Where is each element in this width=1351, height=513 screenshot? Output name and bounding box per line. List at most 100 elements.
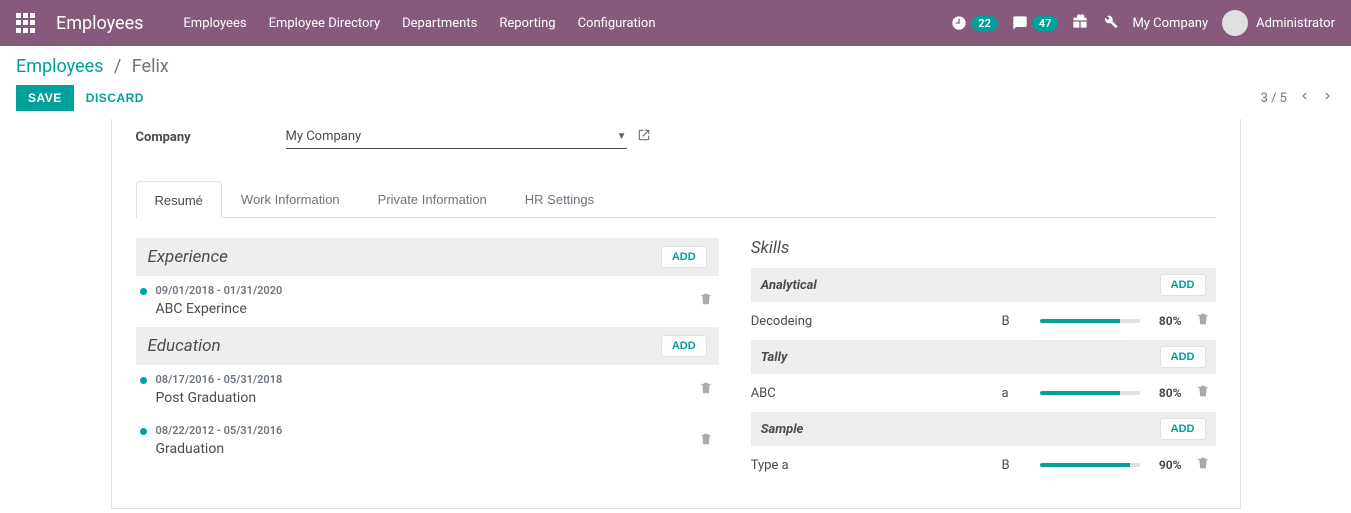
skill-group-header: Tally ADD xyxy=(751,340,1216,374)
skill-group-name: Analytical xyxy=(761,278,817,293)
section-title-education: Education xyxy=(148,336,221,356)
nav-item-employees[interactable]: Employees xyxy=(183,16,246,31)
breadcrumb-root[interactable]: Employees xyxy=(16,56,103,77)
section-header-education: Education ADD xyxy=(136,327,719,365)
pager: 3 / 5 xyxy=(1261,89,1335,107)
section-title-experience: Experience xyxy=(148,247,228,267)
skill-group-header: Sample ADD xyxy=(751,412,1216,446)
wrench-icon xyxy=(1102,13,1118,29)
messages-button[interactable]: 47 xyxy=(1012,15,1059,31)
trash-icon xyxy=(1196,456,1210,470)
timeline-dates: 09/01/2018 - 01/31/2020 xyxy=(156,284,693,297)
skills-column: Skills Analytical ADD Decodeing B 80% Ta… xyxy=(751,238,1216,484)
control-panel: Employees / Felix SAVE DISCARD 3 / 5 xyxy=(0,46,1351,111)
delete-skill-button[interactable] xyxy=(1190,384,1216,402)
company-switcher[interactable]: My Company xyxy=(1132,16,1208,31)
activities-badge: 22 xyxy=(971,16,998,31)
chat-icon xyxy=(1012,15,1028,31)
nav-item-departments[interactable]: Departments xyxy=(402,16,477,31)
timeline-dot-icon xyxy=(140,377,147,384)
timeline-dot-icon xyxy=(140,288,147,295)
save-button[interactable]: SAVE xyxy=(16,85,74,111)
activities-button[interactable]: 22 xyxy=(951,15,998,31)
delete-item-button[interactable] xyxy=(693,381,719,399)
tab-work-info[interactable]: Work Information xyxy=(222,181,359,217)
company-select[interactable]: My Company ▼ xyxy=(286,125,627,149)
timeline-item: 09/01/2018 - 01/31/2020 ABC Experince xyxy=(136,276,719,327)
add-experience-button[interactable]: ADD xyxy=(661,246,707,268)
nav-item-reporting[interactable]: Reporting xyxy=(499,16,555,31)
trash-icon xyxy=(699,292,713,306)
timeline-dates: 08/22/2012 - 05/31/2016 xyxy=(156,424,693,437)
skill-progress-fill xyxy=(1040,391,1120,395)
skill-percent: 80% xyxy=(1148,314,1182,328)
apps-icon[interactable] xyxy=(16,13,36,33)
skill-level: B xyxy=(1002,314,1032,329)
discard-button[interactable]: DISCARD xyxy=(86,91,144,105)
breadcrumb-separator: / xyxy=(114,56,121,77)
gift-button[interactable] xyxy=(1072,13,1088,33)
chevron-left-icon xyxy=(1297,89,1311,103)
skill-group-header: Analytical ADD xyxy=(751,268,1216,302)
external-link-icon xyxy=(637,128,651,142)
trash-icon xyxy=(699,381,713,395)
timeline-item: 08/22/2012 - 05/31/2016 Graduation xyxy=(136,416,719,467)
nav-item-directory[interactable]: Employee Directory xyxy=(269,16,381,31)
timeline-title: Post Graduation xyxy=(156,390,693,406)
skill-progress-bar xyxy=(1040,463,1140,467)
skill-percent: 90% xyxy=(1148,458,1182,472)
user-menu[interactable]: Administrator xyxy=(1222,10,1335,36)
messages-badge: 47 xyxy=(1032,16,1059,31)
skill-row: ABC a 80% xyxy=(751,374,1216,412)
section-header-experience: Experience ADD xyxy=(136,238,719,276)
timeline-dates: 08/17/2016 - 05/31/2018 xyxy=(156,373,693,386)
delete-item-button[interactable] xyxy=(693,432,719,450)
avatar-icon xyxy=(1222,10,1248,36)
form-sheet: Company My Company ▼ Resumé Work Informa… xyxy=(111,119,1241,509)
add-education-button[interactable]: ADD xyxy=(661,335,707,357)
pager-prev-button[interactable] xyxy=(1297,89,1311,107)
pager-text: 3 / 5 xyxy=(1261,91,1287,106)
tab-resume[interactable]: Resumé xyxy=(136,181,222,218)
company-field-row: Company My Company ▼ xyxy=(136,119,1216,161)
tabs: Resumé Work Information Private Informat… xyxy=(136,181,1216,218)
add-skill-button[interactable]: ADD xyxy=(1160,346,1206,368)
skill-progress-fill xyxy=(1040,319,1120,323)
pager-next-button[interactable] xyxy=(1321,89,1335,107)
nav-menu: Employees Employee Directory Departments… xyxy=(183,16,655,31)
external-link-button[interactable] xyxy=(637,128,651,146)
delete-item-button[interactable] xyxy=(693,292,719,310)
add-skill-button[interactable]: ADD xyxy=(1160,274,1206,296)
skill-percent: 80% xyxy=(1148,386,1182,400)
delete-skill-button[interactable] xyxy=(1190,456,1216,474)
skill-group-name: Tally xyxy=(761,350,788,365)
trash-icon xyxy=(699,432,713,446)
tools-button[interactable] xyxy=(1102,13,1118,33)
user-name: Administrator xyxy=(1256,16,1335,31)
skill-row: Decodeing B 80% xyxy=(751,302,1216,340)
company-value: My Company xyxy=(286,129,362,144)
resume-column: Experience ADD 09/01/2018 - 01/31/2020 A… xyxy=(136,238,719,484)
skill-name: Decodeing xyxy=(751,314,994,329)
skill-group-name: Sample xyxy=(761,422,804,437)
timeline-item: 08/17/2016 - 05/31/2018 Post Graduation xyxy=(136,365,719,416)
gift-icon xyxy=(1072,13,1088,29)
skill-row: Type a B 90% xyxy=(751,446,1216,484)
skill-level: a xyxy=(1002,386,1032,401)
app-title: Employees xyxy=(56,13,143,34)
skill-level: B xyxy=(1002,458,1032,473)
timeline-title: Graduation xyxy=(156,441,693,457)
skills-title: Skills xyxy=(751,238,1216,258)
timeline-title: ABC Experince xyxy=(156,301,693,317)
clock-icon xyxy=(951,15,967,31)
timeline-dot-icon xyxy=(140,428,147,435)
tab-private-info[interactable]: Private Information xyxy=(359,181,506,217)
delete-skill-button[interactable] xyxy=(1190,312,1216,330)
nav-item-configuration[interactable]: Configuration xyxy=(578,16,656,31)
add-skill-button[interactable]: ADD xyxy=(1160,418,1206,440)
skill-name: ABC xyxy=(751,386,994,401)
skill-progress-bar xyxy=(1040,391,1140,395)
breadcrumb: Employees / Felix xyxy=(16,56,1335,77)
tab-content-resume: Experience ADD 09/01/2018 - 01/31/2020 A… xyxy=(136,218,1216,484)
tab-hr-settings[interactable]: HR Settings xyxy=(506,181,613,217)
